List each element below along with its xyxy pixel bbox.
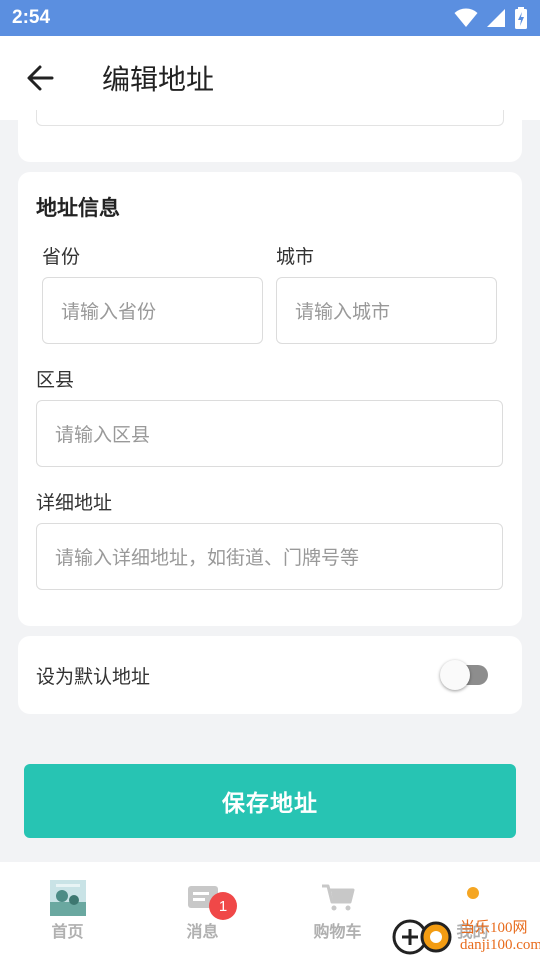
page-title: 编辑地址: [102, 63, 215, 96]
previous-input-bottom: [36, 110, 504, 126]
default-address-card: 设为默认地址: [18, 636, 522, 714]
toggle-thumb: [440, 660, 470, 690]
province-input[interactable]: 请输入省份: [42, 277, 263, 344]
danji-logo-icon: [392, 919, 452, 955]
battery-icon: [515, 7, 527, 29]
wifi-icon: [454, 8, 478, 27]
city-label: 城市: [276, 246, 315, 268]
back-button[interactable]: [0, 36, 80, 120]
cell-signal-icon: [487, 9, 505, 27]
city-input[interactable]: 请输入城市: [276, 277, 497, 344]
status-icons: [454, 7, 528, 29]
tab-home-label: 首页: [51, 922, 84, 941]
address-info-card: 地址信息 省份 请输入省份 城市 请输入城市 区县 请输入区县 详细地址 请输入…: [18, 172, 522, 626]
district-placeholder: 请输入区县: [55, 424, 151, 446]
detail-address-label: 详细地址: [36, 492, 113, 514]
app-bar: 编辑地址: [0, 36, 540, 120]
watermark-site: danji100.com: [460, 937, 540, 953]
tab-cart[interactable]: 购物车: [270, 862, 405, 960]
tab-messages-label: 消息: [186, 922, 219, 941]
tab-home[interactable]: 首页: [0, 862, 135, 960]
arrow-left-icon: [27, 65, 54, 91]
watermark: 当乐100网 danji100.com: [392, 918, 540, 956]
city-placeholder: 请输入城市: [295, 301, 391, 323]
previous-card: [18, 110, 522, 162]
profile-icon: [455, 880, 491, 916]
tab-cart-label: 购物车: [313, 922, 362, 941]
detail-address-placeholder: 请输入详细地址，如街道、门牌号等: [55, 547, 360, 569]
home-thumbnail-icon: [49, 880, 86, 916]
save-address-button[interactable]: 保存地址: [24, 764, 516, 838]
watermark-text: 当乐100网 danji100.com: [460, 920, 540, 954]
district-label: 区县: [36, 369, 75, 391]
default-address-label: 设为默认地址: [36, 665, 151, 688]
province-label: 省份: [42, 246, 81, 268]
detail-address-input[interactable]: 请输入详细地址，如街道、门牌号等: [36, 523, 503, 590]
status-bar: 2:54: [0, 0, 540, 36]
message-badge: 1: [209, 892, 237, 920]
status-time: 2:54: [12, 7, 51, 28]
section-title: 地址信息: [36, 196, 120, 220]
default-address-toggle[interactable]: [440, 660, 488, 690]
watermark-brand: 当乐100网: [460, 920, 528, 936]
province-placeholder: 请输入省份: [61, 301, 157, 323]
district-input[interactable]: 请输入区县: [36, 400, 503, 467]
shopping-cart-icon: [320, 880, 356, 916]
tab-messages[interactable]: 1 消息: [135, 862, 270, 960]
